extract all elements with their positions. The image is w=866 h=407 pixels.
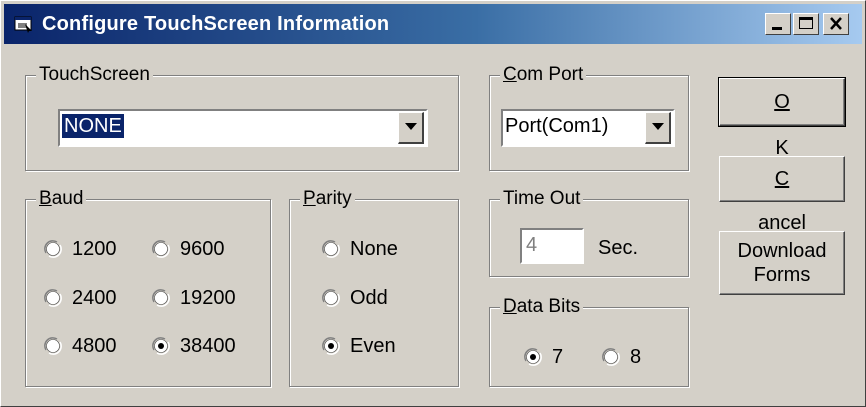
baud-group: Baud 1200 9600 2400 19200 4800 38400 <box>25 187 271 387</box>
radio-circle-icon <box>44 240 62 258</box>
maximize-icon <box>799 17 813 29</box>
radio-circle-icon <box>44 289 62 307</box>
radio-selected-icon <box>152 337 170 355</box>
touchscreen-value: NONE <box>62 114 124 138</box>
radio-circle-icon <box>152 240 170 258</box>
baud-label-2400: 2400 <box>72 287 117 309</box>
comport-combo[interactable]: Port(Com1) <box>501 109 675 147</box>
parity-label-none: None <box>350 238 398 260</box>
comport-legend: Com Port <box>500 63 587 87</box>
radio-selected-icon <box>322 337 340 355</box>
close-icon <box>830 17 842 30</box>
touchscreen-group: TouchScreen NONE <box>25 63 459 171</box>
ok-button[interactable]: OK <box>718 77 846 159</box>
comport-value: Port(Com1) <box>505 115 609 137</box>
touchscreen-combo[interactable]: NONE <box>58 109 428 147</box>
close-button[interactable] <box>823 13 849 35</box>
parity-legend: Parity <box>300 187 355 211</box>
timeout-legend: Time Out <box>500 187 584 211</box>
baud-label-9600: 9600 <box>180 238 225 260</box>
window-title: Configure TouchScreen Information <box>42 13 390 35</box>
app-icon <box>14 14 34 34</box>
baud-label-38400: 38400 <box>180 335 236 357</box>
radio-circle-icon <box>322 240 340 258</box>
radio-circle-icon <box>602 348 620 366</box>
parity-label-odd: Odd <box>350 287 388 309</box>
chevron-down-icon <box>405 123 417 130</box>
radio-selected-icon <box>524 348 542 366</box>
timeout-group: Time Out 4 Sec. <box>489 187 689 277</box>
download-forms-label-line1: Download <box>737 240 827 262</box>
touchscreen-legend: TouchScreen <box>36 63 153 87</box>
cancel-button[interactable]: Cancel <box>719 156 845 234</box>
baud-label-4800: 4800 <box>72 335 117 357</box>
comport-group: Com Port Port(Com1) <box>489 63 689 171</box>
radio-circle-icon <box>152 289 170 307</box>
databits-legend: Data Bits <box>500 295 584 319</box>
download-forms-label-line2: Forms <box>753 264 811 286</box>
baud-label-1200: 1200 <box>72 238 117 260</box>
parity-label-even: Even <box>350 335 396 357</box>
touchscreen-dropdown-button[interactable] <box>398 112 424 144</box>
minimize-button[interactable] <box>765 13 791 35</box>
download-forms-button[interactable]: Download Forms <box>719 231 845 295</box>
databits-label-7: 7 <box>552 346 564 368</box>
timeout-input[interactable]: 4 <box>520 228 584 264</box>
baud-label-19200: 19200 <box>180 287 236 309</box>
databits-label-8: 8 <box>630 346 642 368</box>
dialog-window: Configure TouchScreen Information TouchS… <box>0 0 866 407</box>
radio-circle-icon <box>44 337 62 355</box>
timeout-unit-label: Sec. <box>598 237 639 259</box>
chevron-down-icon <box>652 123 664 130</box>
radio-circle-icon <box>322 289 340 307</box>
parity-group: Parity None Odd Even <box>289 187 459 387</box>
databits-group: Data Bits 7 8 <box>489 295 689 387</box>
maximize-button[interactable] <box>793 13 819 35</box>
baud-legend: Baud <box>36 187 87 211</box>
comport-dropdown-button[interactable] <box>645 112 671 144</box>
title-bar[interactable]: Configure TouchScreen Information <box>4 4 862 44</box>
minimize-icon <box>772 27 782 30</box>
